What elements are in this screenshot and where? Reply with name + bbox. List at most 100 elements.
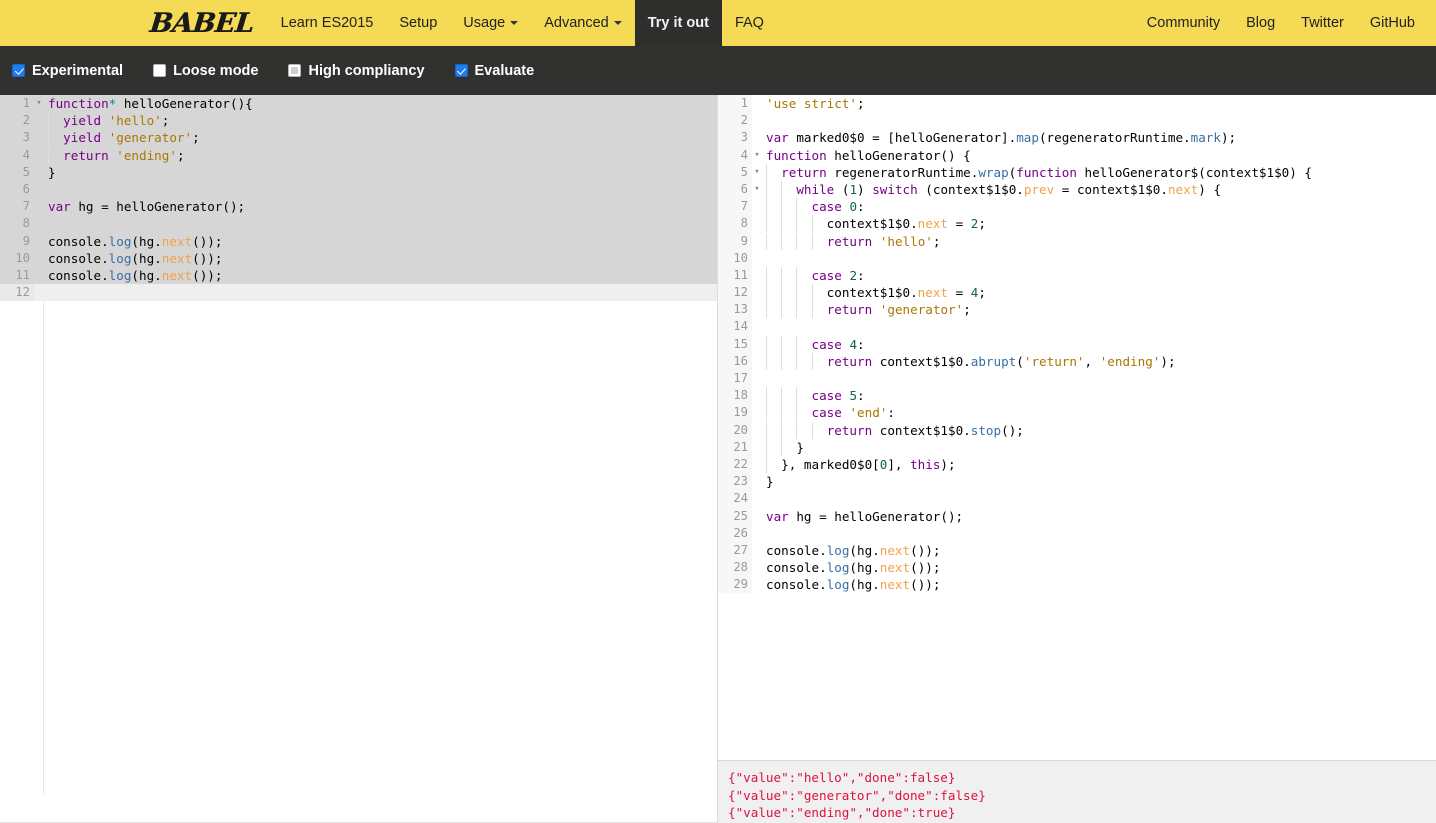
code-text: console.log(hg.next()); — [766, 577, 941, 593]
line-number: 27 — [718, 541, 752, 560]
code-line: 9 console.log(hg.next()); — [0, 232, 717, 250]
nav-label: FAQ — [734, 15, 764, 31]
option-loose-mode[interactable]: Loose mode — [153, 63, 258, 79]
line-number: 2 — [0, 112, 34, 130]
nav-item-blog[interactable]: Blog — [1233, 0, 1288, 46]
nav-label: Twitter — [1301, 15, 1344, 31]
line-number: 5 — [0, 163, 34, 181]
code-line: 13 return 'generator'; — [718, 301, 1436, 319]
nav-item-community[interactable]: Community — [1134, 0, 1233, 46]
option-evaluate[interactable]: Evaluate — [454, 62, 535, 79]
navbar-left-group: BABEL Learn ES2015 Setup Usage Advanced … — [148, 0, 777, 46]
code-text: console.log(hg.next()); — [766, 542, 941, 558]
line-number: 1 — [0, 95, 34, 113]
code-line: 26 — [718, 524, 1436, 542]
line-number: 19 — [718, 404, 752, 422]
line-number: 7 — [0, 198, 34, 216]
line-number: 13 — [718, 301, 752, 319]
code-text: return 'hello'; — [762, 232, 1436, 250]
code-text: return context$1$0.stop(); — [762, 421, 1436, 439]
nav-item-advanced[interactable]: Advanced — [531, 0, 635, 46]
code-text — [44, 180, 717, 199]
code-line: 7 var hg = helloGenerator(); — [0, 198, 717, 216]
line-number: 6 — [718, 180, 752, 199]
nav-label: Blog — [1246, 15, 1276, 31]
nav-item-try-it-out[interactable]: Try it out — [634, 0, 722, 46]
code-text: return 'ending'; — [44, 146, 717, 164]
fold-toggle-icon[interactable]: ▾ — [752, 181, 762, 198]
line-number: 26 — [718, 524, 752, 542]
code-line: 27 console.log(hg.next()); — [718, 541, 1436, 560]
code-text: context$1$0.next = 2; — [762, 215, 1436, 233]
main-navbar: BABEL Learn ES2015 Setup Usage Advanced … — [0, 0, 1436, 46]
input-code-editor[interactable]: 1 ▾ function* helloGenerator(){2 yield 'he… — [0, 95, 717, 795]
nav-item-faq[interactable]: FAQ — [722, 0, 777, 46]
code-text — [44, 215, 717, 233]
line-number: 22 — [718, 455, 752, 474]
line-number: 16 — [718, 352, 752, 371]
code-text: } — [766, 474, 774, 490]
line-number: 29 — [718, 576, 752, 594]
fold-toggle-icon[interactable]: ▾ — [752, 164, 762, 181]
checkbox-experimental[interactable] — [12, 64, 25, 77]
code-text: context$1$0.next = 4; — [762, 284, 1436, 302]
code-line: 1 'use strict'; — [718, 95, 1436, 113]
code-line: 19 case 'end': — [718, 404, 1436, 422]
code-text — [44, 284, 717, 302]
code-text: return 'generator'; — [762, 301, 1436, 319]
line-number: 20 — [718, 421, 752, 439]
option-experimental[interactable]: Experimental — [12, 63, 123, 79]
input-editor-pane[interactable]: 1 ▾ function* helloGenerator(){2 yield 'he… — [0, 95, 718, 823]
nav-item-setup[interactable]: Setup — [386, 0, 450, 46]
line-number: 7 — [718, 198, 752, 216]
code-line: 7 case 0: — [718, 198, 1436, 216]
code-text: var hg = helloGenerator(); — [44, 198, 717, 216]
console-output-panel: {"value":"hello","done":false} {"value":"… — [718, 760, 1436, 823]
code-line: 8 context$1$0.next = 2; — [718, 215, 1436, 233]
checkbox-loose-mode[interactable] — [153, 64, 167, 77]
fold-toggle-icon[interactable]: ▾ — [752, 147, 762, 164]
line-number: 23 — [718, 473, 752, 491]
checkbox-evaluate[interactable] — [454, 64, 468, 77]
code-line: 12 — [0, 284, 717, 302]
option-label: Evaluate — [474, 62, 535, 79]
code-line: 25 var hg = helloGenerator(); — [718, 507, 1436, 525]
line-number: 24 — [718, 490, 752, 508]
line-number: 9 — [0, 232, 34, 250]
line-number: 3 — [718, 129, 752, 147]
line-number: 14 — [718, 318, 752, 336]
fold-toggle-icon[interactable]: ▾ — [34, 95, 44, 112]
code-line: 2 — [718, 112, 1436, 130]
code-text: console.log(hg.next()); — [766, 560, 941, 576]
code-text: case 'end': — [762, 404, 1436, 422]
option-high-compliancy[interactable]: High compliancy — [288, 63, 425, 79]
option-label: Experimental — [32, 62, 124, 79]
nav-item-github[interactable]: GitHub — [1357, 0, 1428, 46]
navbar-right-group: Community Blog Twitter GitHub — [1134, 0, 1428, 46]
line-number: 12 — [718, 284, 752, 302]
nav-label: Usage — [463, 15, 506, 31]
line-number: 6 — [0, 180, 34, 199]
nav-item-twitter[interactable]: Twitter — [1288, 0, 1357, 46]
babel-logo[interactable]: BABEL — [148, 0, 270, 46]
code-text: yield 'generator'; — [44, 129, 717, 147]
code-line: 5 ▾ return regeneratorRuntime.wrap(functi… — [718, 163, 1436, 181]
nav-item-learn-es2015[interactable]: Learn ES2015 — [268, 0, 387, 46]
code-text: var marked0$0 = [helloGenerator].map(reg… — [766, 130, 1237, 146]
code-line: 6 — [0, 180, 717, 199]
nav-item-usage[interactable]: Usage — [450, 0, 531, 46]
code-text: console.log(hg.next()); — [44, 232, 717, 250]
nav-label: Learn ES2015 — [280, 15, 374, 31]
checkbox-high-compliancy[interactable] — [288, 64, 302, 77]
code-line: 10 console.log(hg.next()); — [0, 249, 717, 267]
code-line: 16 return context$1$0.abrupt('return', '… — [718, 352, 1436, 371]
line-number: 21 — [718, 438, 752, 456]
line-number: 17 — [718, 370, 752, 388]
code-line: 1 ▾ function* helloGenerator(){ — [0, 95, 717, 113]
repl-options-bar: Experimental Loose mode High compliancy … — [0, 46, 1436, 95]
nav-label: GitHub — [1369, 15, 1415, 31]
code-text: console.log(hg.next()); — [44, 266, 717, 285]
